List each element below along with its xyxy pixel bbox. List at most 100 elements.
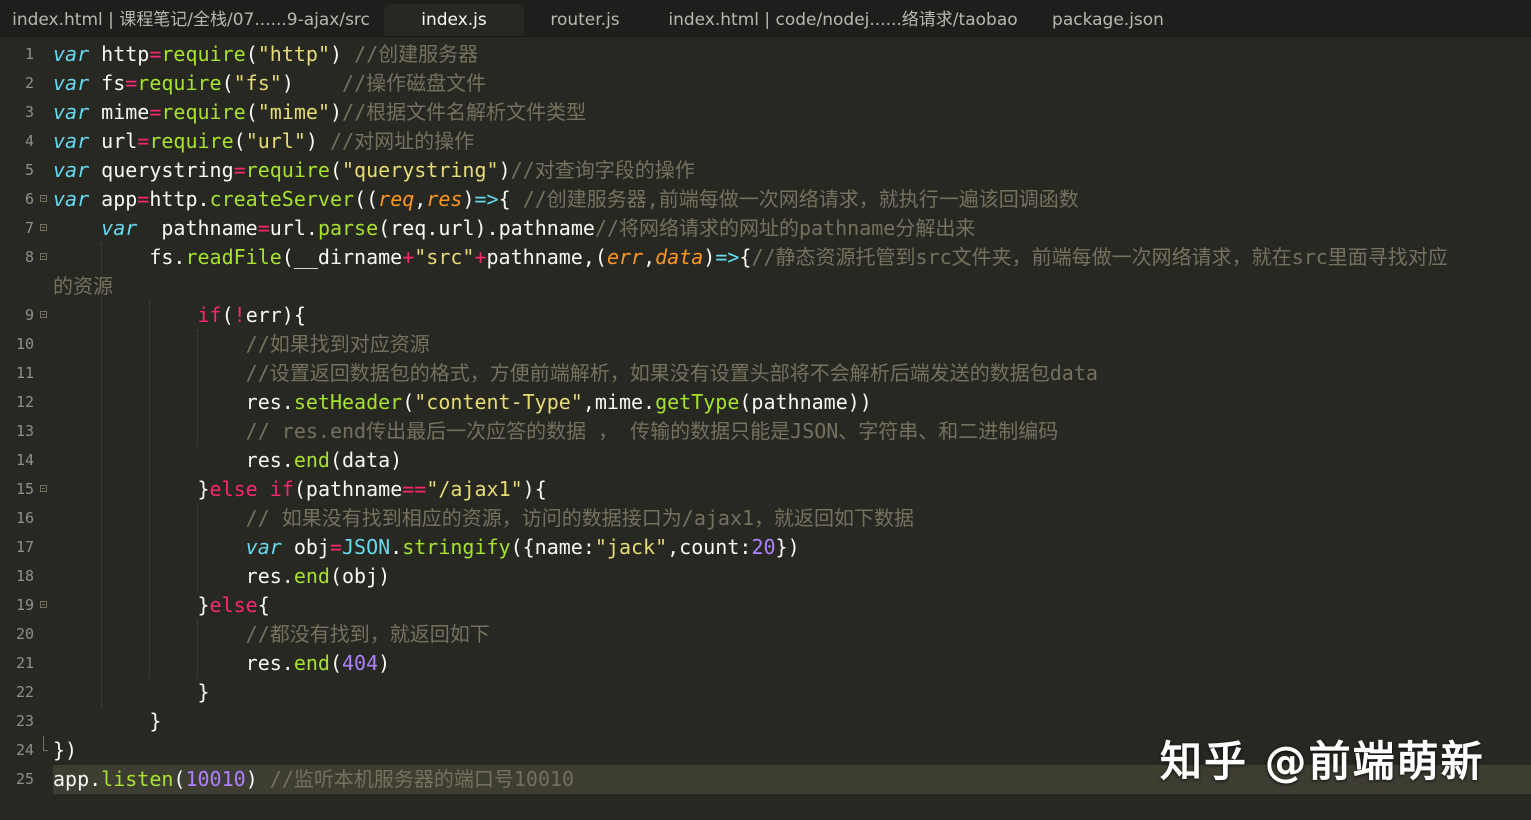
line-number: 19 — [15, 596, 34, 614]
code-area[interactable]: var http=require("http") //创建服务器 var fs=r… — [53, 40, 1531, 820]
line-number: 13 — [15, 422, 34, 440]
tab-index-html-ajax-src[interactable]: index.html | 课程笔记/全栈/07......9-ajax/src — [0, 4, 382, 36]
code-token-txt: (data) — [329, 448, 403, 472]
code-token-op: = — [125, 71, 138, 95]
code-token-txt: (pathname)) — [739, 390, 872, 414]
line-number: 14 — [15, 451, 34, 469]
code-token-kw: var — [101, 216, 138, 240]
line-number: 20 — [15, 625, 34, 643]
gutter-line: 10 — [0, 330, 50, 359]
fold-toggle-icon[interactable] — [40, 485, 47, 492]
gutter-line: 15 — [0, 475, 50, 504]
code-token-num: 20 — [751, 535, 776, 559]
wrapped-comment-continuation: 的资源 — [53, 274, 113, 298]
code-token-kw: var — [53, 71, 90, 95]
code-token-txt: ) — [329, 100, 343, 124]
code-line[interactable]: } — [53, 678, 209, 707]
line-number: 25 — [15, 770, 34, 788]
code-token-fn: getType — [655, 390, 740, 414]
code-token-op: + — [474, 245, 487, 269]
code-token-txt: } — [53, 709, 162, 733]
code-editor-window: index.html | 课程笔记/全栈/07......9-ajax/src … — [0, 0, 1531, 820]
code-line[interactable]: fs.readFile(__dirname+"src"+pathname,(er… — [53, 243, 1447, 272]
code-token-str: "src" — [414, 245, 475, 269]
code-line[interactable]: }else{ — [53, 591, 270, 620]
code-token-fn: require — [149, 129, 234, 153]
code-line[interactable]: res.setHeader("content-Type",mime.getTyp… — [53, 388, 872, 417]
code-line[interactable]: var querystring=require("querystring")//… — [53, 156, 695, 185]
tab-router-js[interactable]: router.js — [524, 4, 646, 36]
fold-toggle-icon[interactable] — [40, 601, 47, 608]
code-token-com: //监听本机服务器的端口号10010 — [269, 767, 575, 791]
code-line[interactable]: var http=require("http") //创建服务器 — [53, 40, 478, 69]
line-number: 8 — [24, 248, 34, 266]
code-token-par: data — [655, 245, 704, 269]
code-line[interactable]: res.end(obj) — [53, 562, 391, 591]
gutter-line: 17 — [0, 533, 50, 562]
gutter-line: 18 — [0, 562, 50, 591]
code-line[interactable]: if(!err){ — [53, 301, 306, 330]
code-line[interactable]: }) — [53, 736, 77, 765]
code-token-txt: , — [414, 187, 427, 211]
code-token-par: res — [426, 187, 463, 211]
code-token-kw: var — [53, 187, 90, 211]
code-token-str: "content-Type" — [414, 390, 583, 414]
gutter-line: 13 — [0, 417, 50, 446]
line-number-gutter: 1 2 3 4 5 6 7 8 9 10 11 12 13 14 15 16 17 18 19 20 21 22 23 24 2… — [0, 40, 50, 820]
gutter-line: 16 — [0, 504, 50, 533]
code-token-com: //如果找到对应资源 — [245, 332, 430, 356]
code-token-txt: ) — [498, 158, 511, 182]
code-token-txt: ) — [703, 245, 716, 269]
tab-index-html-taobao[interactable]: index.html | code/nodej......络请求/taobao — [650, 4, 1036, 36]
fold-toggle-icon[interactable] — [40, 253, 47, 260]
code-token-txt: ( — [221, 71, 234, 95]
code-token-cf: if — [269, 477, 294, 501]
code-line[interactable]: //设置返回数据包的格式，方便前端解析，如果没有设置头部将不会解析后端发送的数据… — [53, 359, 1098, 388]
code-token-kw: var — [53, 42, 90, 66]
fold-toggle-icon[interactable] — [40, 195, 47, 202]
code-line[interactable]: var fs=require("fs") //操作磁盘文件 — [53, 69, 486, 98]
code-token-txt: (( — [354, 187, 379, 211]
code-token-op: ! — [233, 303, 246, 327]
line-number: 10 — [15, 335, 34, 353]
gutter-line: 3 — [0, 98, 50, 127]
tab-package-json[interactable]: package.json — [1040, 4, 1176, 36]
code-token-op: = — [137, 129, 150, 153]
code-line[interactable]: var mime=require("mime")//根据文件名解析文件类型 — [53, 98, 586, 127]
code-token-op: = — [137, 187, 150, 211]
code-line[interactable]: res.end(data) — [53, 446, 403, 475]
code-token-sup: => — [715, 245, 740, 269]
code-token-txt: ){ — [522, 477, 547, 501]
fold-toggle-icon[interactable] — [40, 311, 47, 318]
code-token-txt: pathname,( — [486, 245, 607, 269]
code-token-kw: var — [245, 535, 282, 559]
code-token-txt: }) — [775, 535, 800, 559]
code-line[interactable]: var app=http.createServer((req,res)=>{ /… — [53, 185, 1079, 214]
code-token-txt: ( — [245, 42, 258, 66]
code-line[interactable]: res.end(404) — [53, 649, 391, 678]
code-line[interactable]: // 如果没有找到相应的资源，访问的数据接口为/ajax1，就返回如下数据 — [53, 504, 914, 533]
fold-toggle-icon[interactable] — [40, 224, 47, 231]
code-token-txt: { — [257, 593, 270, 617]
code-line[interactable]: var url=require("url") //对网址的操作 — [53, 127, 474, 156]
code-token-op: == — [402, 477, 427, 501]
code-token-op: + — [402, 245, 415, 269]
code-line[interactable]: app.listen(10010) //监听本机服务器的端口号10010 — [53, 765, 574, 794]
code-token-op: = — [257, 216, 270, 240]
code-token-fn: createServer — [209, 187, 355, 211]
tab-index-js[interactable]: index.js — [384, 4, 524, 36]
line-number: 5 — [24, 161, 34, 179]
code-token-com: //对网址的操作 — [330, 129, 475, 153]
code-token-str: "jack" — [594, 535, 668, 559]
code-line[interactable]: }else if(pathname=="/ajax1"){ — [53, 475, 547, 504]
code-line[interactable]: // res.end传出最后一次应答的数据 ， 传输的数据只能是JSON、字符串… — [53, 417, 1059, 446]
gutter-line: 5 — [0, 156, 50, 185]
code-line[interactable]: } — [53, 707, 161, 736]
code-line[interactable]: var pathname=url.parse(req.url).pathname… — [53, 214, 975, 243]
code-line[interactable]: //如果找到对应资源 — [53, 330, 430, 359]
code-line[interactable]: var obj=JSON.stringify({name:"jack",coun… — [53, 533, 800, 562]
gutter-line: 25 — [0, 765, 50, 794]
line-number: 24 — [15, 741, 34, 759]
code-line[interactable]: //都没有找到，就返回如下 — [53, 620, 490, 649]
